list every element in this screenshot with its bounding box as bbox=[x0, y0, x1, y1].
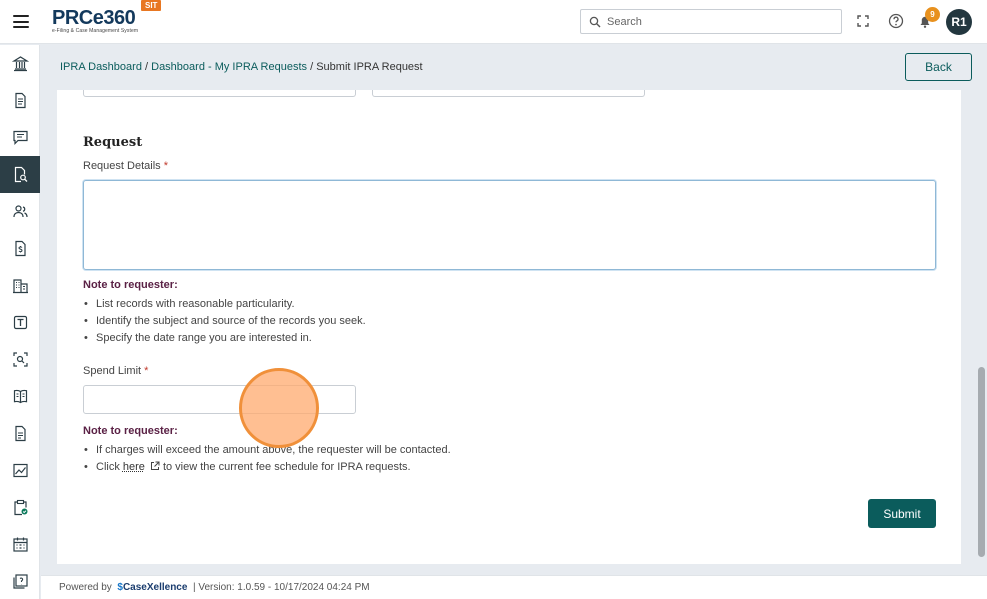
section-title: Request bbox=[83, 135, 142, 150]
page-scrollbar[interactable] bbox=[976, 90, 987, 564]
footer-text: Powered by $CaseXellence | Version: 1.0.… bbox=[59, 582, 370, 593]
sidebar-item-fees[interactable] bbox=[0, 230, 40, 267]
sidebar-item-tasks[interactable] bbox=[0, 489, 40, 526]
top-bar: PRCe360 e-Filing & Case Management Syste… bbox=[0, 0, 987, 44]
request-details-textarea[interactable] bbox=[83, 180, 936, 270]
document-search-icon bbox=[12, 166, 29, 183]
previous-field-input[interactable] bbox=[83, 90, 356, 97]
chart-icon bbox=[12, 462, 29, 479]
required-mark: * bbox=[144, 365, 148, 377]
sidebar-item-files[interactable] bbox=[0, 415, 40, 452]
search-input[interactable] bbox=[607, 13, 837, 31]
spend-limit-input[interactable] bbox=[83, 385, 356, 414]
request-details-label-text: Request Details bbox=[83, 160, 161, 172]
help-icon[interactable] bbox=[887, 12, 905, 30]
building-icon bbox=[12, 277, 29, 294]
sidebar-item-scan[interactable] bbox=[0, 341, 40, 378]
note-item-fee-schedule: Click here to view the current fee schedu… bbox=[83, 459, 451, 476]
app-logo[interactable]: PRCe360 e-Filing & Case Management Syste… bbox=[52, 8, 138, 36]
breadcrumb-my-requests[interactable]: Dashboard - My IPRA Requests bbox=[151, 61, 307, 73]
fullscreen-icon[interactable] bbox=[854, 12, 872, 30]
sidebar-item-agencies[interactable] bbox=[0, 267, 40, 304]
powered-by-text: Powered by bbox=[59, 582, 112, 593]
hamburger-menu-icon[interactable] bbox=[13, 15, 29, 28]
calendar-icon bbox=[12, 536, 29, 553]
sidebar-item-documents[interactable] bbox=[0, 82, 40, 119]
spend-limit-label: Spend Limit * bbox=[83, 365, 148, 377]
note-list-2: If charges will exceed the amount above,… bbox=[83, 442, 451, 476]
previous-field-input[interactable] bbox=[372, 90, 645, 97]
fee-schedule-link[interactable]: here bbox=[123, 461, 145, 473]
breadcrumb-bar: IPRA Dashboard / Dashboard - My IPRA Req… bbox=[41, 45, 987, 90]
note-label: Note to requester: bbox=[83, 425, 178, 437]
breadcrumb: IPRA Dashboard / Dashboard - My IPRA Req… bbox=[60, 61, 423, 73]
note-item: Identify the subject and source of the r… bbox=[83, 313, 366, 330]
submit-button[interactable]: Submit bbox=[868, 499, 936, 528]
sidebar-item-admin[interactable] bbox=[0, 563, 40, 599]
breadcrumb-current: Submit IPRA Request bbox=[316, 61, 422, 73]
document-icon bbox=[12, 92, 29, 109]
logo-subtitle: e-Filing & Case Management System bbox=[52, 28, 138, 34]
footer: Powered by $CaseXellence | Version: 1.0.… bbox=[41, 575, 987, 599]
breadcrumb-separator: / bbox=[310, 61, 313, 73]
note-item: Specify the date range you are intereste… bbox=[83, 330, 366, 347]
users-icon bbox=[12, 203, 29, 220]
search-box[interactable] bbox=[580, 9, 842, 34]
file-icon bbox=[12, 425, 29, 442]
report-icon bbox=[12, 573, 29, 590]
sidebar-item-ipra[interactable] bbox=[0, 156, 40, 193]
note-list-1: List records with reasonable particulari… bbox=[83, 296, 366, 347]
sidebar-item-calendar[interactable] bbox=[0, 526, 40, 563]
casexellence-logo: $CaseXellence bbox=[117, 582, 187, 593]
book-icon bbox=[12, 388, 29, 405]
scrollbar-thumb[interactable] bbox=[978, 367, 985, 557]
sidebar-item-library[interactable] bbox=[0, 378, 40, 415]
spend-limit-label-text: Spend Limit bbox=[83, 365, 141, 377]
sidebar-item-users[interactable] bbox=[0, 193, 40, 230]
notification-badge: 9 bbox=[925, 7, 940, 22]
note-prefix: Click bbox=[96, 461, 120, 473]
sidebar-item-reports[interactable] bbox=[0, 452, 40, 489]
search-icon bbox=[589, 16, 601, 28]
note-label: Note to requester: bbox=[83, 279, 178, 291]
user-avatar[interactable]: R1 bbox=[946, 9, 972, 35]
sidebar-item-messages[interactable] bbox=[0, 119, 40, 156]
external-link-icon[interactable] bbox=[150, 461, 160, 471]
template-icon bbox=[12, 314, 29, 331]
note-suffix: to view the current fee schedule for IPR… bbox=[163, 461, 411, 473]
fee-document-icon bbox=[12, 240, 29, 257]
note-item: If charges will exceed the amount above,… bbox=[83, 442, 451, 459]
version-text: | Version: 1.0.59 - 10/17/2024 04:24 PM bbox=[193, 582, 370, 593]
sidebar-item-templates[interactable] bbox=[0, 304, 40, 341]
form-card: Request Request Details * Note to reques… bbox=[57, 90, 961, 564]
note-item: List records with reasonable particulari… bbox=[83, 296, 366, 313]
environment-badge: SIT bbox=[141, 0, 161, 11]
casexellence-logo-text: CaseXellence bbox=[123, 582, 188, 593]
logo-text: PRCe360 bbox=[52, 8, 138, 28]
bank-icon bbox=[12, 55, 29, 72]
back-button[interactable]: Back bbox=[905, 53, 972, 81]
breadcrumb-ipra-dashboard[interactable]: IPRA Dashboard bbox=[60, 61, 142, 73]
sidebar bbox=[0, 45, 40, 599]
scan-search-icon bbox=[12, 351, 29, 368]
sidebar-item-bank[interactable] bbox=[0, 45, 40, 82]
chat-icon bbox=[12, 129, 29, 146]
request-details-label: Request Details * bbox=[83, 160, 168, 172]
required-mark: * bbox=[164, 160, 168, 172]
clipboard-icon bbox=[12, 499, 29, 516]
breadcrumb-separator: / bbox=[145, 61, 148, 73]
